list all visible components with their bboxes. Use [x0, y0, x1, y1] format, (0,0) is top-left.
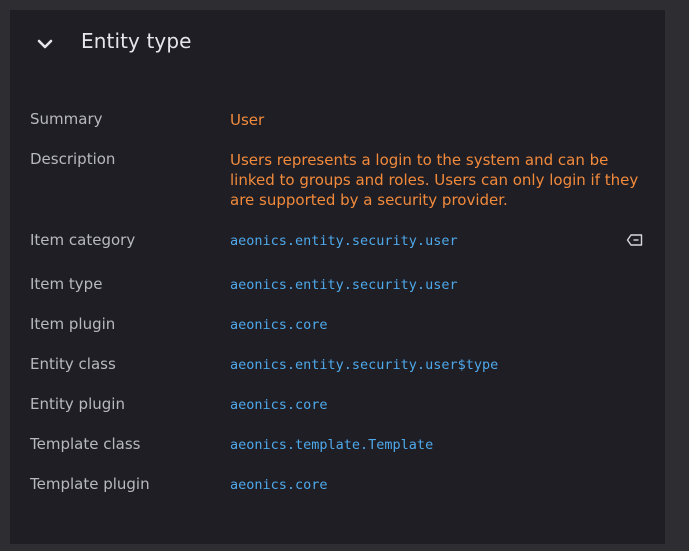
- item-category-value: aeonics.entity.security.user: [230, 233, 458, 249]
- template-class-label: Template class: [30, 435, 141, 453]
- entity-plugin-value: aeonics.core: [230, 397, 328, 413]
- description-label: Description: [30, 150, 116, 168]
- item-type-label: Item type: [30, 275, 103, 293]
- template-plugin-value: aeonics.core: [230, 477, 328, 493]
- description-value: Users represents a login to the system a…: [230, 151, 639, 209]
- tag-clear-icon[interactable]: [626, 233, 644, 247]
- entity-type-panel: Entity type Summary User Description Use…: [10, 10, 665, 544]
- chevron-down-icon[interactable]: [35, 34, 55, 54]
- summary-value: User: [230, 111, 265, 129]
- template-class-value: aeonics.template.Template: [230, 437, 434, 453]
- entity-class-value: aeonics.entity.security.user$type: [230, 357, 499, 373]
- item-plugin-label: Item plugin: [30, 315, 116, 333]
- panel-title: Entity type: [81, 29, 192, 53]
- template-plugin-label: Template plugin: [30, 475, 150, 493]
- entity-class-label: Entity class: [30, 355, 116, 373]
- item-type-value: aeonics.entity.security.user: [230, 277, 458, 293]
- panel-header[interactable]: Entity type: [10, 10, 665, 76]
- entity-plugin-label: Entity plugin: [30, 395, 125, 413]
- item-plugin-value: aeonics.core: [230, 317, 328, 333]
- item-category-label: Item category: [30, 231, 136, 249]
- summary-label: Summary: [30, 110, 103, 128]
